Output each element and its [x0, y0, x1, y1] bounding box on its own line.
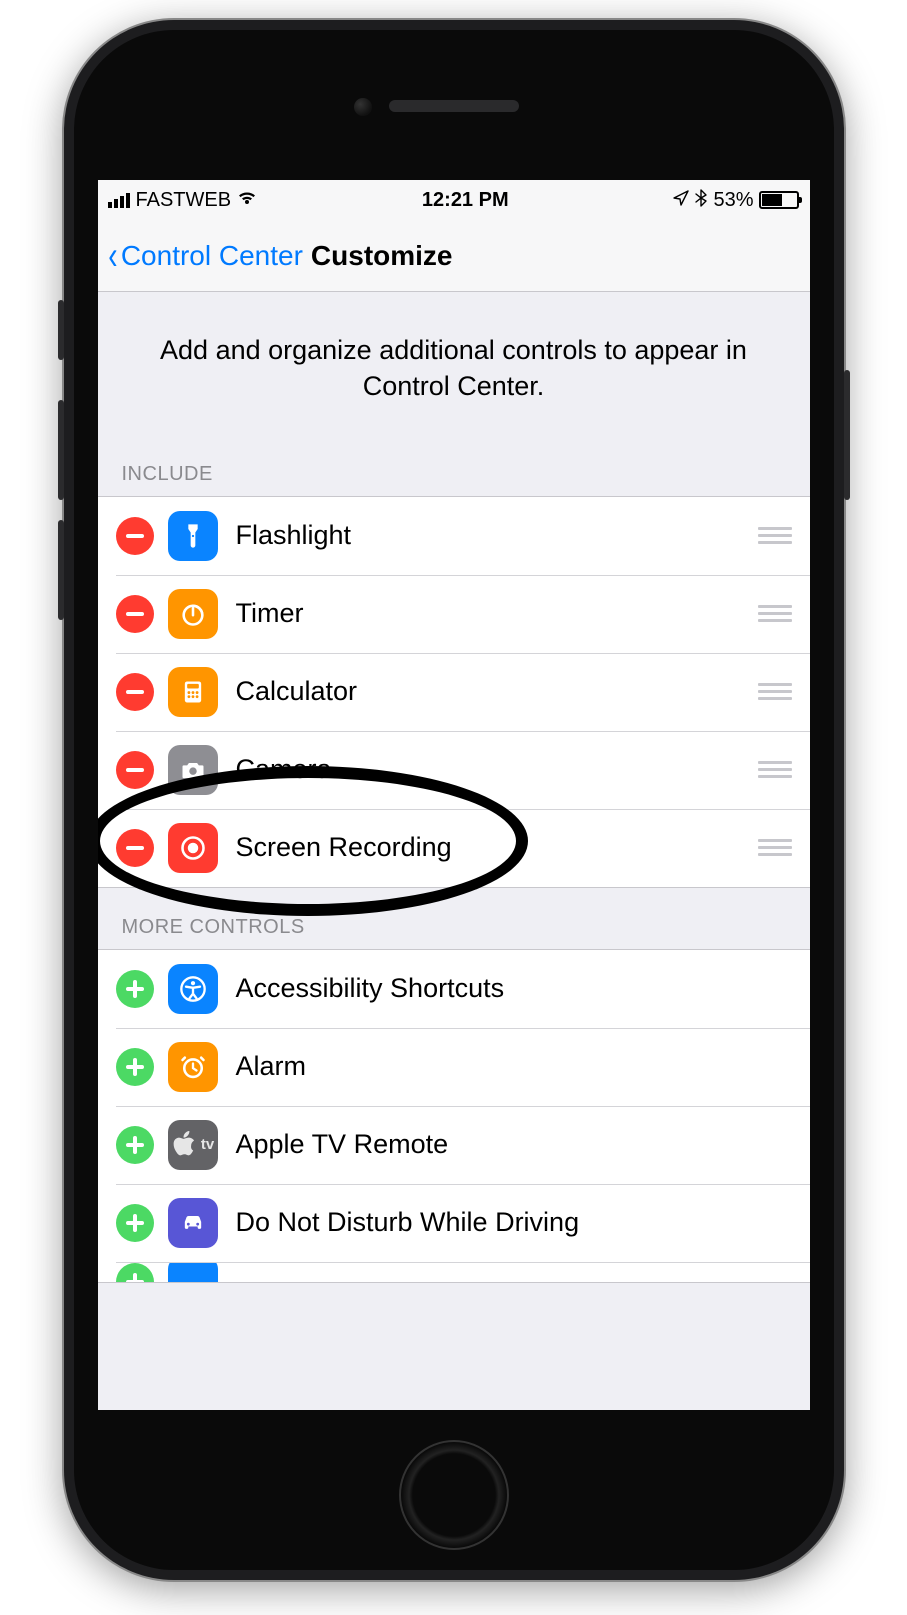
- phone-top-hardware: [74, 30, 834, 180]
- volume-up-button: [58, 400, 64, 500]
- row-label: Camera: [236, 754, 758, 785]
- car-icon: [168, 1198, 218, 1248]
- row-label: Accessibility Shortcuts: [236, 973, 792, 1004]
- section-header-more: MORE CONTROLS: [98, 888, 810, 949]
- timer-icon: [168, 589, 218, 639]
- add-button[interactable]: [116, 1048, 154, 1086]
- more-row-dnd-driving[interactable]: Do Not Disturb While Driving: [98, 1184, 810, 1262]
- page-description: Add and organize additional controls to …: [98, 292, 810, 455]
- camera-icon: [168, 745, 218, 795]
- add-button[interactable]: [116, 1204, 154, 1242]
- page-title: Customize: [311, 240, 453, 272]
- location-icon: [673, 190, 689, 211]
- unknown-icon: [168, 1262, 218, 1282]
- screen: FASTWEB 12:21 PM 53%: [98, 180, 810, 1410]
- row-label: Apple TV Remote: [236, 1129, 792, 1160]
- drag-handle-icon[interactable]: [758, 683, 792, 700]
- include-row-camera[interactable]: Camera: [98, 731, 810, 809]
- add-button[interactable]: [116, 1126, 154, 1164]
- row-label: Alarm: [236, 1051, 792, 1082]
- include-row-flashlight[interactable]: Flashlight: [98, 497, 810, 575]
- mute-switch: [58, 300, 64, 360]
- section-header-include: INCLUDE: [98, 455, 810, 496]
- drag-handle-icon[interactable]: [758, 605, 792, 622]
- power-button: [844, 370, 850, 500]
- flashlight-icon: [168, 511, 218, 561]
- row-label: Calculator: [236, 676, 758, 707]
- more-row-accessibility[interactable]: Accessibility Shortcuts: [98, 950, 810, 1028]
- accessibility-icon: [168, 964, 218, 1014]
- earpiece-speaker: [389, 100, 519, 112]
- more-controls-list: Accessibility Shortcuts Alarm tv: [98, 949, 810, 1283]
- phone-device-frame: FASTWEB 12:21 PM 53%: [64, 20, 844, 1580]
- wifi-icon: [237, 190, 257, 211]
- row-label: Timer: [236, 598, 758, 629]
- add-button[interactable]: [116, 1263, 154, 1282]
- status-bar: FASTWEB 12:21 PM 53%: [98, 180, 810, 220]
- apple-tv-icon: tv: [168, 1120, 218, 1170]
- clock-label: 12:21 PM: [422, 189, 509, 212]
- more-row-next-peek[interactable]: [98, 1262, 810, 1282]
- row-label: Do Not Disturb While Driving: [236, 1207, 792, 1238]
- more-row-apple-tv-remote[interactable]: tv Apple TV Remote: [98, 1106, 810, 1184]
- volume-down-button: [58, 520, 64, 620]
- back-button[interactable]: Control Center: [121, 240, 303, 272]
- bluetooth-icon: [695, 189, 707, 212]
- navigation-bar: ‹ Control Center Customize: [98, 220, 810, 292]
- carrier-label: FASTWEB: [136, 189, 232, 212]
- remove-button[interactable]: [116, 595, 154, 633]
- calculator-icon: [168, 667, 218, 717]
- remove-button[interactable]: [116, 751, 154, 789]
- home-button[interactable]: [399, 1440, 509, 1550]
- remove-button[interactable]: [116, 517, 154, 555]
- include-row-screen-recording[interactable]: Screen Recording: [98, 809, 810, 887]
- record-icon: [168, 823, 218, 873]
- remove-button[interactable]: [116, 673, 154, 711]
- include-row-timer[interactable]: Timer: [98, 575, 810, 653]
- battery-icon: [759, 191, 799, 209]
- battery-percent-label: 53%: [713, 189, 753, 212]
- drag-handle-icon[interactable]: [758, 839, 792, 856]
- drag-handle-icon[interactable]: [758, 527, 792, 544]
- add-button[interactable]: [116, 970, 154, 1008]
- row-label: Screen Recording: [236, 832, 758, 863]
- row-label: Flashlight: [236, 520, 758, 551]
- include-list: Flashlight Timer Calculator: [98, 496, 810, 888]
- include-row-calculator[interactable]: Calculator: [98, 653, 810, 731]
- more-row-alarm[interactable]: Alarm: [98, 1028, 810, 1106]
- front-camera: [354, 98, 372, 116]
- back-chevron-icon[interactable]: ‹: [108, 236, 119, 276]
- alarm-icon: [168, 1042, 218, 1092]
- drag-handle-icon[interactable]: [758, 761, 792, 778]
- cell-signal-icon: [108, 193, 130, 208]
- remove-button[interactable]: [116, 829, 154, 867]
